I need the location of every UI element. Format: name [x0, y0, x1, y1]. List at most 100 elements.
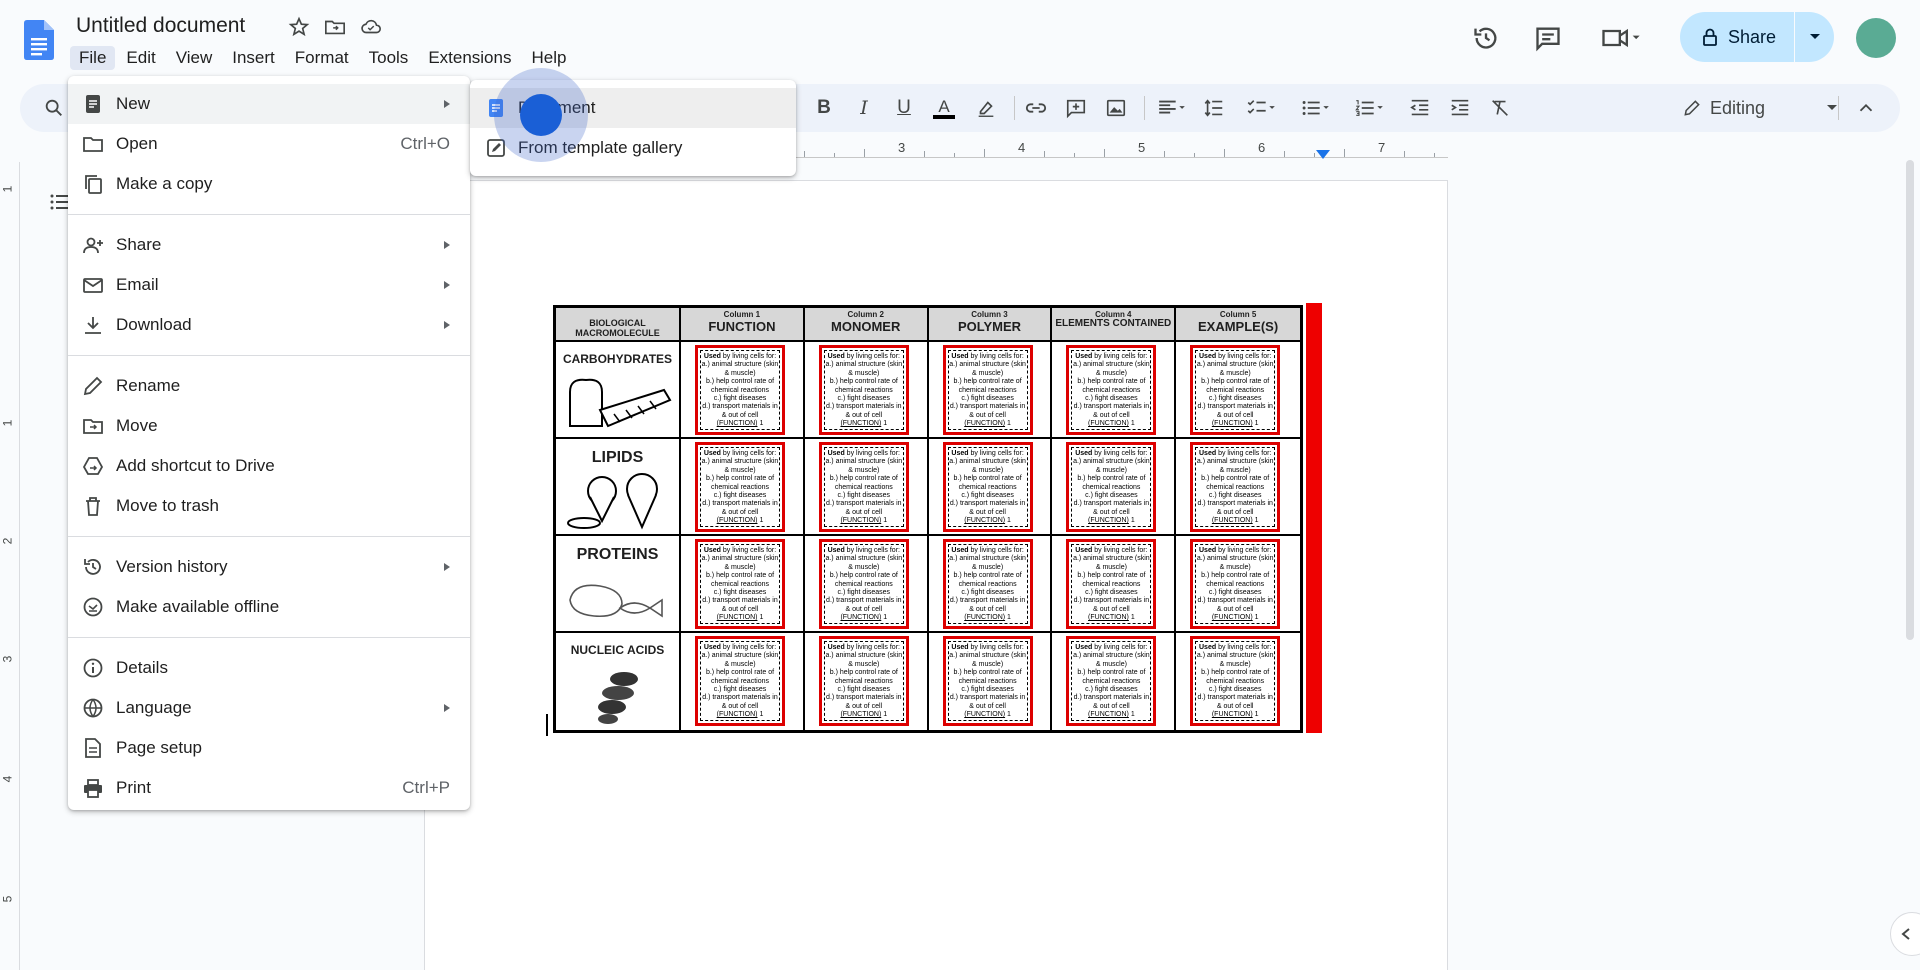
file-menu-label: Move: [116, 416, 158, 435]
share-button[interactable]: Share: [1680, 12, 1834, 62]
function-card: Used by living cells for: a.) animal stru…: [1066, 442, 1157, 532]
search-menus-icon[interactable]: [42, 96, 66, 120]
comments-icon[interactable]: [1534, 24, 1562, 52]
avatar[interactable]: [1856, 18, 1896, 58]
function-card: Used by living cells for: a.) animal stru…: [1066, 636, 1157, 726]
file-menu-item-rename[interactable]: Rename: [68, 366, 470, 406]
function-card: Used by living cells for: a.) animal stru…: [1190, 345, 1281, 435]
table-cell: Used by living cells for: a.) animal stru…: [1052, 536, 1177, 633]
file-menu-item-download[interactable]: Download: [68, 305, 470, 345]
lock-icon: [1703, 28, 1717, 46]
offline-icon: [83, 597, 103, 617]
download-icon: [85, 317, 101, 334]
scrollbar[interactable]: [1906, 160, 1914, 640]
menu-separator: [68, 214, 470, 215]
file-menu-item-details[interactable]: Details: [68, 648, 470, 688]
increase-indent-icon[interactable]: [1448, 96, 1472, 120]
file-menu-label: Language: [116, 698, 192, 717]
share-options-button[interactable]: [1795, 33, 1834, 41]
file-menu-label: Print: [116, 778, 151, 797]
star-icon[interactable]: [288, 16, 310, 38]
docs-logo-icon[interactable]: [24, 20, 54, 60]
worksheet-image[interactable]: BIOLOGICAL MACROMOLECULE Column 1 FUNCTIO…: [553, 303, 1325, 733]
file-menu-item-move[interactable]: Move: [68, 406, 470, 446]
decrease-indent-icon[interactable]: [1408, 96, 1432, 120]
insert-image-icon[interactable]: [1104, 96, 1128, 120]
file-menu: New Open Ctrl+O Make a copy Share Email Downlo…: [68, 76, 470, 810]
row-header: LIPIDS: [556, 439, 681, 536]
submenu-arrow-icon: [444, 704, 450, 712]
numbered-list-icon[interactable]: [1350, 96, 1390, 120]
text-color-button[interactable]: A: [932, 96, 956, 120]
file-menu-label: Add shortcut to Drive: [116, 456, 275, 475]
editing-mode-selector[interactable]: Editing: [1682, 90, 1842, 126]
caret-down-icon: [1809, 34, 1820, 39]
file-menu-item-version-history[interactable]: Version history: [68, 547, 470, 587]
vertical-ruler[interactable]: 1 1 2 3 4 5: [0, 162, 20, 970]
folder-icon: [83, 137, 103, 152]
file-menu-item-make-a-copy[interactable]: Make a copy: [68, 164, 470, 204]
bread-illustration-icon: [569, 378, 672, 428]
menu-extensions[interactable]: Extensions: [419, 46, 520, 70]
line-spacing-icon[interactable]: [1202, 96, 1226, 120]
print-icon: [84, 779, 102, 798]
italic-button[interactable]: I: [852, 96, 876, 120]
menu-insert[interactable]: Insert: [223, 46, 284, 70]
version-history-icon[interactable]: [1472, 24, 1500, 52]
file-menu-item-share[interactable]: Share: [68, 225, 470, 265]
menu-separator: [68, 536, 470, 537]
file-menu-item-move-to-trash[interactable]: Move to trash: [68, 486, 470, 526]
file-menu-label: Page setup: [116, 738, 203, 757]
table-header: BIOLOGICAL MACROMOLECULE: [556, 308, 681, 342]
meet-icon[interactable]: [1600, 24, 1642, 52]
menu-view[interactable]: View: [167, 46, 222, 70]
table-cell: Used by living cells for: a.) animal stru…: [1176, 342, 1300, 439]
row-header: PROTEINS: [556, 536, 681, 633]
file-menu-item-email[interactable]: Email: [68, 265, 470, 305]
file-menu-label: Rename: [116, 376, 181, 395]
file-menu-label: Move to trash: [116, 496, 219, 515]
file-menu-item-open[interactable]: Open Ctrl+O: [68, 124, 470, 164]
cloud-status-icon[interactable]: [360, 16, 382, 38]
menu-file[interactable]: File: [70, 46, 116, 70]
highlight-icon[interactable]: [974, 96, 998, 120]
file-menu-item-language[interactable]: Language: [68, 688, 470, 728]
move-to-folder-icon[interactable]: [324, 16, 346, 38]
menu-edit[interactable]: Edit: [117, 46, 164, 70]
underline-button[interactable]: U: [892, 96, 916, 120]
file-menu-item-add-shortcut-to-drive[interactable]: Add shortcut to Drive: [68, 446, 470, 486]
menu-help[interactable]: Help: [522, 46, 575, 70]
link-icon[interactable]: [1024, 96, 1048, 120]
document-title[interactable]: Untitled document: [76, 14, 245, 38]
file-menu-item-print[interactable]: Print Ctrl+P: [68, 768, 470, 808]
menu-tools[interactable]: Tools: [360, 46, 418, 70]
align-icon[interactable]: [1152, 96, 1192, 120]
ice-cream-illustration-icon: [567, 473, 658, 530]
side-panel-toggle[interactable]: [1890, 912, 1920, 956]
editing-mode-label: Editing: [1710, 97, 1766, 118]
file-menu-item-page-setup[interactable]: Page setup: [68, 728, 470, 768]
caret-down-icon: [1827, 105, 1837, 110]
function-card: Used by living cells for: a.) animal stru…: [818, 442, 909, 532]
table-header: Column 5 EXAMPLE(S): [1176, 308, 1300, 342]
function-card: Used by living cells for: a.) animal stru…: [695, 636, 785, 726]
table-cell: Used by living cells for: a.) animal stru…: [681, 439, 805, 536]
document-outline-icon[interactable]: [50, 192, 70, 212]
function-card: Used by living cells for: a.) animal stru…: [942, 539, 1033, 629]
table-cell: Used by living cells for: a.) animal stru…: [1176, 536, 1300, 633]
menu-format[interactable]: Format: [286, 46, 358, 70]
bold-button[interactable]: B: [812, 96, 836, 120]
add-comment-icon[interactable]: [1064, 96, 1088, 120]
file-menu-item-make-available-offline[interactable]: Make available offline: [68, 587, 470, 627]
bulleted-list-icon[interactable]: [1296, 96, 1336, 120]
clear-formatting-icon[interactable]: [1488, 96, 1512, 120]
hide-menus-icon[interactable]: [1854, 96, 1878, 120]
checklist-icon[interactable]: [1242, 96, 1282, 120]
table-cell: Used by living cells for: a.) animal stru…: [681, 536, 805, 633]
red-edge-bar: [1306, 303, 1322, 733]
file-menu-label: New: [116, 94, 151, 113]
right-indent-marker[interactable]: [1316, 150, 1330, 159]
file-menu-item-new[interactable]: New: [68, 84, 470, 124]
share-label: Share: [1728, 26, 1777, 47]
menu-separator: [68, 355, 470, 356]
